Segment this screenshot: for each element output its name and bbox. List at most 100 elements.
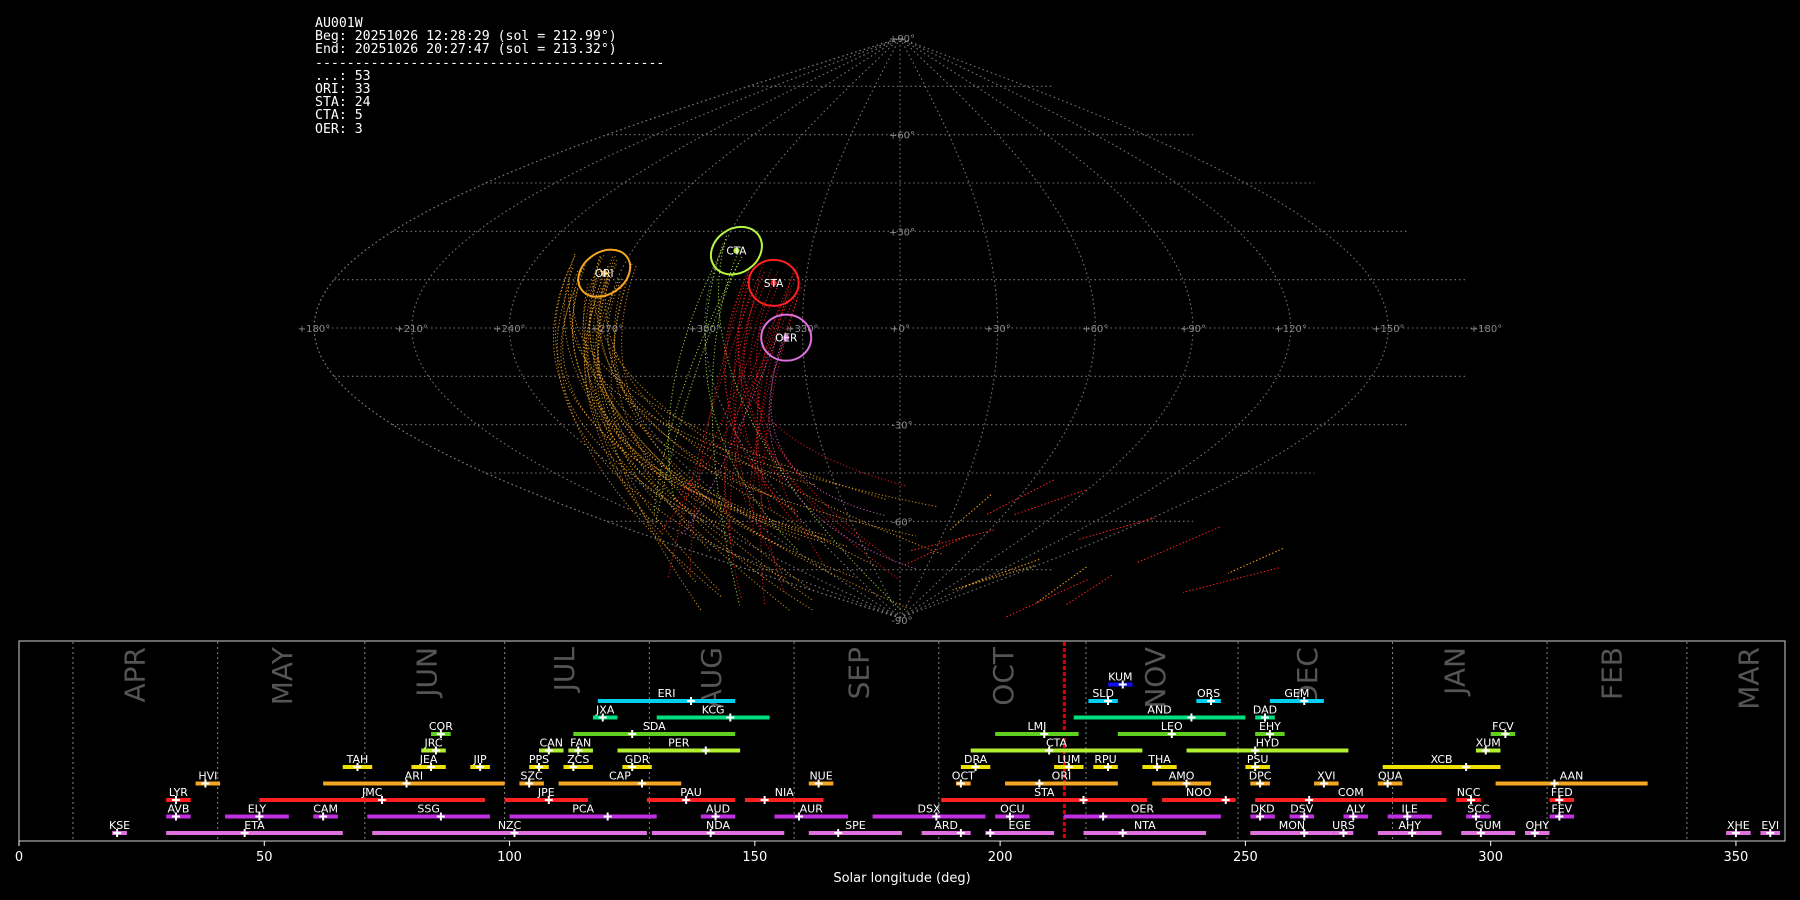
- shower-code-label: JPE: [537, 786, 555, 799]
- shower-code-label: KCG: [702, 704, 725, 717]
- longitude-tick-label: +210°: [395, 324, 427, 335]
- shower-code-label: JIP: [473, 753, 487, 766]
- shower-code-label: SPE: [845, 819, 866, 832]
- shower-code-label: STA: [1034, 786, 1055, 799]
- shower-code-label: ORI: [1052, 770, 1072, 783]
- shower-code-label: GEM: [1284, 687, 1309, 700]
- shower-code-label: OCU: [1000, 803, 1024, 816]
- shower-code-label: ARI: [405, 770, 423, 783]
- shower-code-label: AVB: [167, 803, 189, 816]
- shower-code-label: THA: [1147, 753, 1171, 766]
- shower-code-label: JRC: [424, 737, 443, 750]
- shower-timeline: APR MAY JUN JUL AUG SEP OCT NOV DEC JAN FEB MAR KUM…: [15, 640, 1786, 886]
- shower-code-label: DSX: [917, 803, 940, 816]
- shower-code-label: DRA: [964, 753, 988, 766]
- month-label: JUL: [548, 647, 581, 694]
- shower-code-label: OER: [1131, 803, 1155, 816]
- meteor-track: [560, 290, 722, 598]
- shower-code-label: XHE: [1727, 819, 1750, 832]
- shower-code-label: EVI: [1761, 819, 1779, 832]
- x-axis-label: Solar longitude (deg): [833, 871, 970, 886]
- shower-code-label: XCB: [1431, 753, 1453, 766]
- month-label: SEP: [842, 647, 875, 699]
- shower-code-label: JXA: [595, 704, 615, 717]
- latitude-tick-label: +30°: [889, 227, 915, 238]
- shower-code-label: COR: [429, 720, 453, 733]
- shower-code-label: PPS: [529, 753, 549, 766]
- shower-code-label: KSE: [109, 819, 130, 832]
- shower-code-label: DSV: [1290, 803, 1313, 816]
- shower-code-label: ALY: [1346, 803, 1365, 816]
- shower-code-label: ORS: [1197, 687, 1220, 700]
- meteor-track: [949, 494, 992, 531]
- longitude-tick-label: +180°: [1470, 324, 1502, 335]
- radiant-label: ORI: [595, 268, 614, 280]
- meteor-track: [597, 272, 703, 489]
- meteor-track: [584, 275, 685, 515]
- sky-map: +180°+150°+120°+90°+60°+30°+0°+330°+300°…: [298, 34, 1502, 627]
- shower-code-label: HVI: [198, 770, 217, 783]
- meridian-line: [899, 37, 1389, 619]
- shower-code-label: AUD: [706, 803, 730, 816]
- longitude-tick-label: +270°: [591, 324, 623, 335]
- shower-code-label: RPU: [1094, 753, 1116, 766]
- shower-code-label: JMC: [361, 786, 383, 799]
- shower-code-label: NUE: [809, 770, 832, 783]
- shower-code-label: ERI: [658, 687, 676, 700]
- radiant-label: OER: [775, 333, 797, 345]
- shower-code-label: COM: [1338, 786, 1364, 799]
- shower-code-label: FEV: [1551, 803, 1572, 816]
- shower-code-label: TAH: [346, 753, 369, 766]
- meteor-track: [596, 278, 731, 530]
- meteor-track: [1036, 566, 1087, 604]
- meteor-track: [711, 246, 741, 606]
- shower-code-label: EGE: [1009, 819, 1031, 832]
- shower-code-label: KUM: [1108, 671, 1132, 684]
- shower-code-label: PER: [668, 737, 690, 750]
- count-oer: OER: 3: [315, 121, 363, 137]
- meteor-track: [986, 479, 1054, 515]
- shower-code-label: NDA: [706, 819, 731, 832]
- shower-code-label: CAM: [313, 803, 338, 816]
- x-tick-label: 0: [15, 850, 23, 865]
- latitude-tick-label: -60°: [891, 517, 912, 528]
- latitude-tick-label: -30°: [891, 421, 912, 432]
- shower-code-label: DAD: [1253, 704, 1277, 717]
- shower-code-label: URS: [1332, 819, 1355, 832]
- month-label: JAN: [1438, 647, 1471, 697]
- radiant-label: STA: [764, 278, 784, 290]
- shower-code-label: NCC: [1457, 786, 1481, 799]
- month-label: JUN: [411, 647, 444, 699]
- shower-code-label: OCT: [952, 770, 975, 783]
- shower-code-label: SCC: [1467, 803, 1490, 816]
- meteor-tracks: [553, 235, 1284, 618]
- shower-code-label: LUM: [1057, 753, 1080, 766]
- shower-code-label: AMO: [1169, 770, 1195, 783]
- longitude-tick-label: +90°: [1180, 324, 1206, 335]
- shower-code-label: ELY: [248, 803, 267, 816]
- x-tick-label: 100: [497, 850, 522, 865]
- radiant-label: CTA: [726, 246, 747, 258]
- x-tick-label: 350: [1724, 850, 1749, 865]
- meteor-track: [1137, 526, 1220, 563]
- shower-code-label: GDR: [625, 753, 650, 766]
- shower-code-label: XUM: [1476, 737, 1501, 750]
- shower-code-label: EHY: [1259, 720, 1281, 733]
- meteor-track: [582, 255, 735, 546]
- shower-code-label: SLD: [1092, 687, 1114, 700]
- meteor-track: [607, 278, 817, 486]
- shower-code-label: HYD: [1256, 737, 1279, 750]
- meteor-track: [724, 269, 796, 515]
- shower-code-label: OHY: [1525, 819, 1549, 832]
- shower-code-label: CAP: [609, 770, 631, 783]
- shower-code-label: PCA: [572, 803, 594, 816]
- meteor-track: [621, 266, 782, 547]
- shower-code-label: AAN: [1560, 770, 1584, 783]
- shower-code-label: MON: [1279, 819, 1305, 832]
- shower-code-label: ETA: [244, 819, 265, 832]
- latitude-tick-label: +60°: [889, 131, 915, 142]
- meteor-track: [597, 264, 702, 611]
- shower-code-label: PAU: [680, 786, 702, 799]
- shower-code-label: AND: [1147, 704, 1171, 717]
- longitude-tick-label: +30°: [985, 324, 1011, 335]
